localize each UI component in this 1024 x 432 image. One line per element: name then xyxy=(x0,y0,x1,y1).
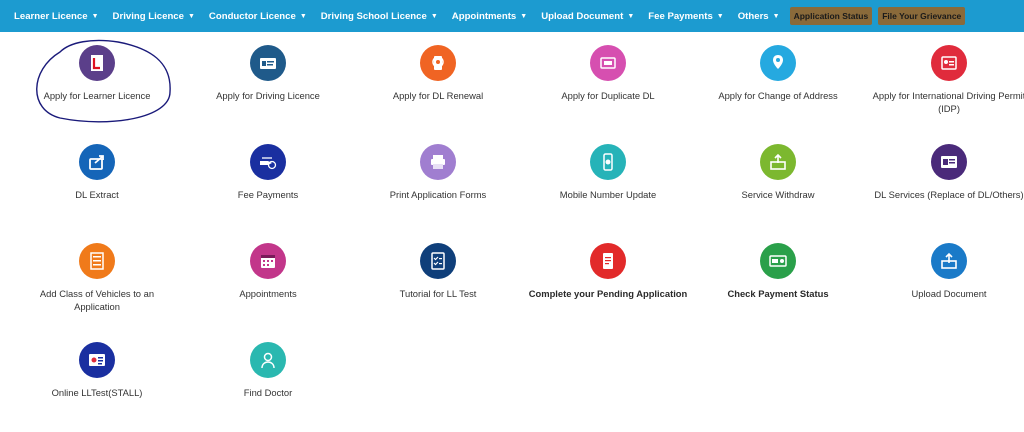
checklist-icon xyxy=(420,243,456,279)
service-tile[interactable]: Print Application Forms xyxy=(358,144,518,201)
service-tile[interactable]: Add Class of Vehicles to an Application xyxy=(17,243,177,313)
passport-icon xyxy=(931,45,967,81)
printer-icon xyxy=(420,144,456,180)
upload-icon xyxy=(931,243,967,279)
nav-label: Appointments xyxy=(451,10,517,22)
service-tile-label: Upload Document xyxy=(911,288,987,299)
service-tile[interactable]: Apply for International Driving Permit (… xyxy=(869,45,1024,115)
share-icon xyxy=(79,144,115,180)
service-tile[interactable]: Tutorial for LL Test xyxy=(358,243,518,300)
service-tile[interactable]: Apply for Duplicate DL xyxy=(528,45,688,102)
service-tile-label: Apply for Driving Licence xyxy=(216,90,320,101)
ll-test-card-icon xyxy=(79,342,115,378)
service-tile-label: Appointments xyxy=(239,288,297,299)
nav-fee-payments[interactable]: Fee Payments ▼ xyxy=(648,11,723,22)
service-tile[interactable]: DL Extract xyxy=(17,144,177,201)
nav-driving-licence[interactable]: Driving Licence ▼ xyxy=(113,11,195,22)
pending-doc-icon xyxy=(590,243,626,279)
nav-driving-school-licence[interactable]: Driving School Licence ▼ xyxy=(321,11,438,22)
service-tile[interactable]: DL Services (Replace of DL/Others) xyxy=(869,144,1024,201)
service-tile[interactable]: Apply for DL Renewal xyxy=(358,45,518,102)
service-tile-label: Apply for DL Renewal xyxy=(392,90,484,101)
service-tile[interactable]: Service Withdraw xyxy=(698,144,858,201)
service-tile-label: Complete your Pending Application xyxy=(528,288,688,299)
caret-down-icon: ▼ xyxy=(716,12,724,20)
driving-card-icon xyxy=(250,45,286,81)
service-tile[interactable]: Apply for Learner Licence xyxy=(17,45,177,102)
learner-l-icon xyxy=(79,45,115,81)
service-tile-label: Apply for Learner Licence xyxy=(43,90,151,101)
service-tile[interactable]: Fee Payments xyxy=(188,144,348,201)
caret-down-icon: ▼ xyxy=(430,12,438,20)
service-tile-label: Tutorial for LL Test xyxy=(399,288,477,299)
nav-label: Conductor Licence xyxy=(208,10,296,22)
service-tile-label: DL Services (Replace of DL/Others) xyxy=(874,189,1024,200)
duplicate-card-icon xyxy=(590,45,626,81)
caret-down-icon: ▼ xyxy=(772,12,780,20)
service-tile[interactable]: Apply for Driving Licence xyxy=(188,45,348,102)
service-tile-label: DL Extract xyxy=(75,189,119,200)
caret-down-icon: ▼ xyxy=(187,12,195,20)
nav-upload-document[interactable]: Upload Document ▼ xyxy=(541,11,634,22)
withdraw-icon xyxy=(760,144,796,180)
map-pin-icon xyxy=(760,45,796,81)
service-tile-label: Online LLTest(STALL) xyxy=(51,387,143,398)
service-tile-label: Add Class of Vehicles to an Application xyxy=(39,288,155,312)
caret-down-icon: ▼ xyxy=(91,12,99,20)
application-status-button[interactable]: Application Status xyxy=(789,7,873,25)
nav-label: Others xyxy=(737,10,769,22)
service-tile[interactable]: Upload Document xyxy=(869,243,1024,300)
service-tile[interactable]: Apply for Change of Address xyxy=(698,45,858,102)
service-tile-label: Apply for Duplicate DL xyxy=(561,90,655,101)
nav-conductor-licence[interactable]: Conductor Licence ▼ xyxy=(209,11,307,22)
service-tile[interactable]: Mobile Number Update xyxy=(528,144,688,201)
calendar-icon xyxy=(250,243,286,279)
payment-hand-icon xyxy=(250,144,286,180)
nav-appointments[interactable]: Appointments ▼ xyxy=(452,11,527,22)
payment-status-icon xyxy=(760,243,796,279)
list-doc-icon xyxy=(79,243,115,279)
doctor-icon xyxy=(250,342,286,378)
service-tile[interactable]: Complete your Pending Application xyxy=(528,243,688,300)
service-tile-label: Apply for International Driving Permit (… xyxy=(872,90,1024,114)
service-tile-label: Check Payment Status xyxy=(727,288,829,299)
service-tile-label: Print Application Forms xyxy=(389,189,487,200)
service-tile-label: Apply for Change of Address xyxy=(718,90,838,101)
renewal-icon xyxy=(420,45,456,81)
nav-label: Upload Document xyxy=(541,10,624,22)
caret-down-icon: ▼ xyxy=(520,12,528,20)
service-tile[interactable]: Online LLTest(STALL) xyxy=(17,342,177,399)
service-tile-label: Mobile Number Update xyxy=(559,189,657,200)
service-tile[interactable]: Check Payment Status xyxy=(698,243,858,300)
service-tile-label: Find Doctor xyxy=(243,387,293,398)
nav-others[interactable]: Others ▼ xyxy=(738,11,780,22)
nav-learner-licence[interactable]: Learner Licence ▼ xyxy=(14,11,99,22)
mobile-icon xyxy=(590,144,626,180)
service-tile[interactable]: Find Doctor xyxy=(188,342,348,399)
caret-down-icon: ▼ xyxy=(627,12,635,20)
nav-label: Fee Payments xyxy=(648,10,713,22)
nav-label: Driving Licence xyxy=(112,10,184,22)
caret-down-icon: ▼ xyxy=(299,12,307,20)
service-tile-label: Service Withdraw xyxy=(741,189,815,200)
id-card-icon xyxy=(931,144,967,180)
top-navbar: Learner Licence ▼ Driving Licence ▼ Conduc… xyxy=(0,0,1024,32)
file-grievance-button[interactable]: File Your Grievance xyxy=(878,7,966,25)
nav-label: Learner Licence xyxy=(14,10,88,22)
service-tile-label: Fee Payments xyxy=(237,189,299,200)
service-tile[interactable]: Appointments xyxy=(188,243,348,300)
nav-label: Driving School Licence xyxy=(320,10,427,22)
